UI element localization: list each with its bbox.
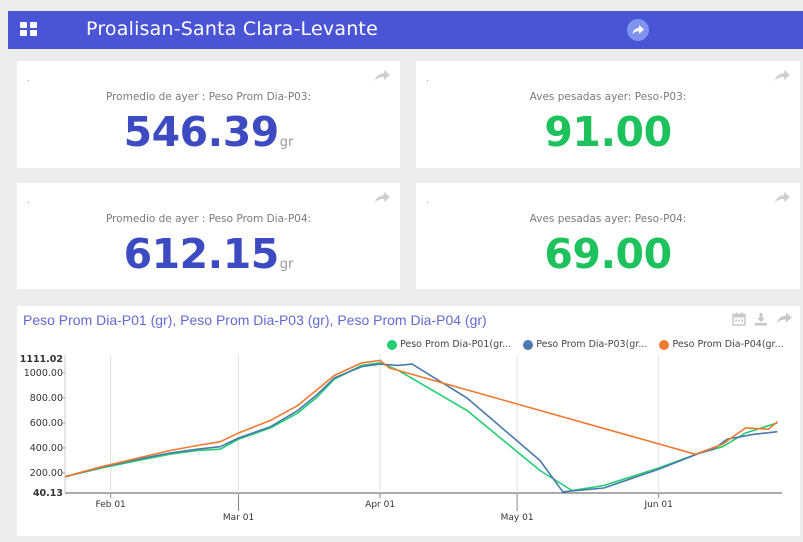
y-tick-label: 400.00: [30, 443, 63, 454]
y-tick-label: 1000.00: [24, 368, 63, 379]
kpi-label: Aves pesadas ayer: Peso-P03:: [529, 91, 687, 103]
series-line-3: [64, 359, 778, 478]
kpi-value: 612.15gr: [17, 230, 400, 278]
kpi-value: 91.00: [416, 108, 800, 156]
y-tick-label: 800.00: [30, 393, 63, 404]
kpi-card-aves-p03: . Aves pesadas ayer: Peso-P03: 91.00: [416, 61, 800, 168]
card-dot: .: [27, 195, 30, 206]
share-icon[interactable]: [627, 19, 649, 41]
kpi-unit: gr: [279, 135, 294, 150]
share-icon[interactable]: [374, 191, 390, 209]
dashboard-title: Proalisan-Santa Clara-Levante: [86, 18, 378, 40]
line-chart: Feb 01 Mar 01 Apr 01 May 01 Jun 01 200.00 400.…: [20, 354, 782, 523]
kpi-number: 546.39: [123, 108, 280, 156]
x-tick-label: Apr 01: [365, 500, 395, 510]
y-min-label: 40.13: [33, 488, 63, 499]
kpi-number: 69.00: [544, 230, 672, 278]
card-dot: .: [426, 195, 429, 206]
kpi-card-aves-p04: . Aves pesadas ayer: Peso-P04: 69.00: [416, 183, 800, 289]
kpi-label: Aves pesadas ayer: Peso-P04:: [529, 213, 687, 225]
grid-icon[interactable]: [20, 22, 37, 36]
kpi-label: Promedio de ayer : Peso Prom Dia-P04:: [105, 213, 312, 225]
chart-panel: Peso Prom Dia-P01 (gr), Peso Prom Dia-P0…: [17, 306, 800, 536]
x-tick-label: May 01: [501, 513, 534, 523]
kpi-card-promedio-p04: . Promedio de ayer : Peso Prom Dia-P04: …: [17, 183, 400, 289]
y-tick-label: 600.00: [30, 418, 63, 429]
x-tick-label: Mar 01: [223, 513, 254, 523]
series-line-1: [64, 362, 778, 492]
kpi-number: 91.00: [544, 108, 672, 156]
card-dot: .: [27, 73, 30, 84]
share-icon[interactable]: [774, 69, 790, 87]
y-tick-label: 200.00: [30, 468, 63, 479]
share-icon[interactable]: [774, 191, 790, 209]
kpi-card-promedio-p03: . Promedio de ayer : Peso Prom Dia-P03: …: [17, 61, 400, 168]
kpi-value: 546.39gr: [17, 108, 400, 156]
card-dot: .: [426, 73, 429, 84]
kpi-number: 612.15: [123, 230, 280, 278]
app-header: Proalisan-Santa Clara-Levante: [8, 11, 803, 49]
share-icon[interactable]: [374, 69, 390, 87]
kpi-value: 69.00: [416, 230, 800, 278]
x-tick-label: Feb 01: [96, 500, 126, 510]
kpi-unit: gr: [279, 257, 294, 272]
y-max-label: 1111.02: [20, 354, 63, 365]
kpi-label: Promedio de ayer : Peso Prom Dia-P03:: [105, 91, 312, 103]
x-tick-label: Jun 01: [643, 500, 672, 510]
